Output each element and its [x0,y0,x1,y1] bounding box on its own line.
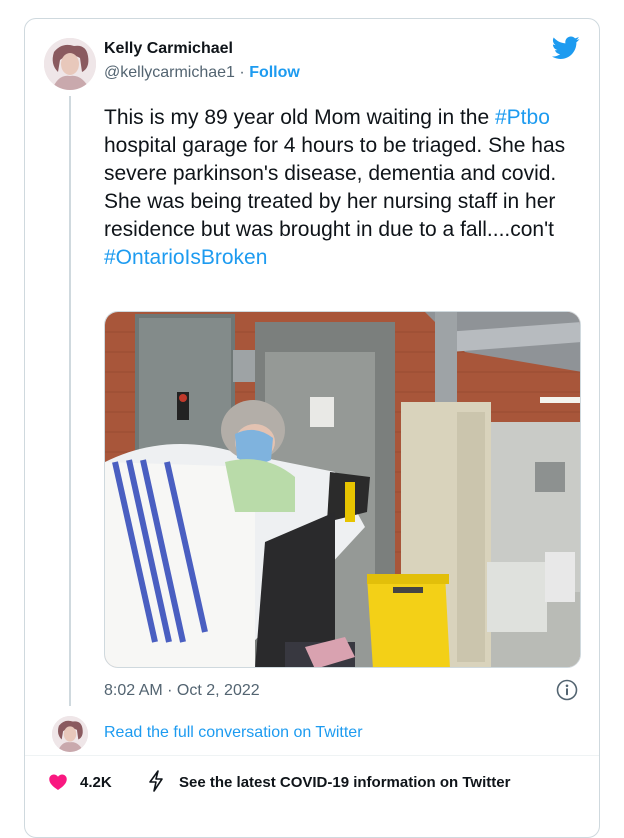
tweet-text: This is my 89 year old Mom waiting in th… [104,104,584,272]
author-avatar[interactable] [44,38,96,90]
info-icon[interactable] [556,679,578,701]
tweet-text-part: This is my 89 year old Mom waiting in th… [104,106,490,129]
follow-button[interactable]: Follow [249,64,300,81]
tweet-text-part: hospital garage for 4 hours to be triage… [104,134,566,241]
author-name[interactable]: Kelly Carmichael [104,40,233,58]
read-conversation-link[interactable]: Read the full conversation on Twitter [104,724,363,742]
covid-info-link[interactable]: See the latest COVID-19 information on T… [179,774,510,791]
author-handle-row: @kellycarmichae1 · Follow [104,64,300,82]
author-avatar-small[interactable] [52,716,88,752]
handle-separator: · [239,64,245,81]
tweet-timestamp[interactable]: 8:02 AM · Oct 2, 2022 [104,682,260,700]
twitter-bird-icon[interactable] [552,36,580,60]
hashtag-ptbo[interactable]: #Ptbo [495,106,550,129]
like-count[interactable]: 4.2K [80,774,112,791]
tweet-photo[interactable] [104,311,581,668]
thread-line [69,96,71,706]
bolt-icon [149,770,163,792]
heart-icon[interactable] [48,772,68,792]
author-handle[interactable]: @kellycarmichae1 [104,64,235,81]
hashtag-ontarioisbroken[interactable]: #OntarioIsBroken [104,246,267,269]
footer-divider [25,755,599,756]
